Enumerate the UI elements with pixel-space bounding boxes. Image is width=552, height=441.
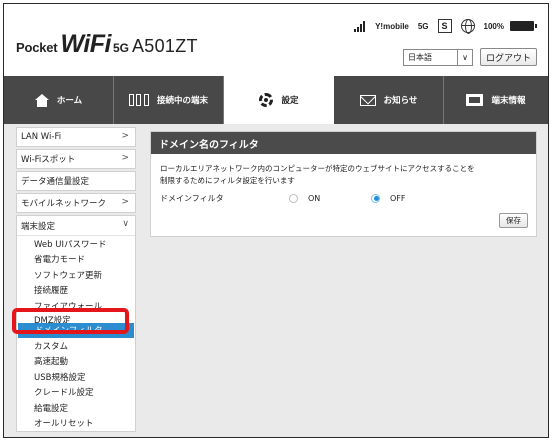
chevron-right-icon: >: [121, 197, 129, 207]
sidebar-subitem-power-supply[interactable]: 給電設定: [17, 400, 135, 416]
status-bar: Y!mobile 5G S 100%: [345, 17, 537, 35]
radio-on[interactable]: [289, 193, 298, 203]
brand-logo: Pocket WiFi 5G A501ZT: [16, 30, 198, 59]
option-off[interactable]: OFF: [371, 193, 406, 203]
panel-description: ローカルエリアネットワーク内のコンピューターが特定のウェブサイトにアクセスするこ…: [160, 163, 520, 187]
sidebar: LAN Wi-Fi > Wi-Fiスポット > データ通信量設定 モバイルネット…: [16, 124, 136, 432]
mail-icon: [359, 94, 376, 106]
tab-label: 端末情報: [491, 96, 526, 106]
tab-label: ホーム: [56, 96, 83, 106]
option-on[interactable]: ON: [289, 193, 371, 203]
sidebar-subitem-firewall[interactable]: ファイアウォール: [17, 298, 135, 314]
sidebar-subitem-webui-password[interactable]: Web UIパスワード: [17, 236, 135, 252]
sidebar-item-data-usage[interactable]: データ通信量設定: [16, 171, 136, 191]
home-icon: [34, 93, 49, 107]
tab-settings[interactable]: 設定: [224, 76, 334, 124]
main-nav: ホーム 接続中の端末 設定 お知らせ 端末情報: [4, 76, 548, 124]
sidebar-subitem-usb-setting[interactable]: USB規格設定: [17, 369, 135, 385]
devices-icon: [128, 94, 149, 106]
tab-label: お知らせ: [383, 96, 418, 106]
sidebar-subitem-custom[interactable]: カスタム: [17, 338, 135, 354]
battery-icon: [510, 21, 537, 31]
domain-filter-label: ドメインフィルタ: [160, 193, 224, 203]
sidebar-subitem-software-update[interactable]: ソフトウェア更新: [17, 267, 135, 283]
sidebar-item-label: LAN Wi-Fi: [21, 132, 62, 142]
tab-connected-devices[interactable]: 接続中の端末: [114, 76, 224, 124]
sidebar-item-label: データ通信量設定: [21, 177, 90, 187]
chevron-down-icon: ∨: [457, 50, 472, 65]
sidebar-subitem-power-saving[interactable]: 省電力モード: [17, 252, 135, 268]
description-line: ローカルエリアネットワーク内のコンピューターが特定のウェブサイトにアクセスするこ…: [160, 164, 475, 173]
logout-button[interactable]: ログアウト: [480, 48, 537, 66]
sidebar-item-label: 端末設定: [21, 221, 56, 232]
sidebar-item-mobile-network[interactable]: モバイルネットワーク >: [16, 193, 136, 213]
brand-pocket: Pocket: [16, 40, 58, 55]
signal-icon: [354, 20, 366, 32]
sidebar-subitem-connection-history[interactable]: 接続履歴: [17, 283, 135, 299]
panel-title: ドメイン名のフィルタ: [151, 132, 536, 154]
radio-off[interactable]: [371, 193, 380, 203]
header: Pocket WiFi 5G A501ZT Y!mobile 5G S 100%…: [4, 4, 548, 72]
sim-icon: S: [437, 19, 452, 33]
language-value: 日本語: [408, 53, 432, 62]
carrier-label: Y!mobile: [375, 21, 409, 31]
domain-filter-panel: ドメイン名のフィルタ ローカルエリアネットワーク内のコンピューターが特定のウェブ…: [150, 131, 537, 237]
tab-device-info[interactable]: 端末情報: [444, 76, 548, 124]
sidebar-item-device-settings[interactable]: 端末設定 ∨: [17, 216, 135, 236]
tab-label: 設定: [281, 96, 299, 106]
sidebar-subitem-all-reset[interactable]: オールリセット: [17, 416, 135, 432]
brand-wifi: WiFi: [60, 30, 111, 58]
gear-icon: [259, 93, 274, 107]
chevron-down-icon: ∨: [122, 219, 129, 229]
tab-label: 接続中の端末: [156, 96, 208, 106]
sidebar-item-label: Wi-Fiスポット: [21, 155, 76, 165]
sidebar-item-label: モバイルネットワーク: [21, 199, 107, 209]
model-name: A501ZT: [132, 36, 198, 56]
brand-5g: 5G: [112, 41, 129, 55]
save-button[interactable]: 保存: [499, 213, 528, 228]
sidebar-section-device-settings: 端末設定 ∨ Web UIパスワード 省電力モード ソフトウェア更新 接続履歴 …: [16, 215, 136, 432]
tab-home[interactable]: ホーム: [4, 76, 114, 124]
network-label: 5G: [417, 21, 429, 31]
sidebar-item-lan-wifi[interactable]: LAN Wi-Fi >: [16, 127, 136, 147]
sidebar-item-wifi-spot[interactable]: Wi-Fiスポット >: [16, 149, 136, 169]
sidebar-subitem-domain-filter[interactable]: ドメインフィルタ: [18, 322, 134, 338]
globe-icon: [460, 19, 475, 34]
language-select[interactable]: 日本語 ∨: [403, 49, 473, 66]
description-line: 制限するためにフィルタ設定を行います: [160, 176, 295, 185]
battery-label: 100%: [483, 21, 504, 31]
app-window: Pocket WiFi 5G A501ZT Y!mobile 5G S 100%…: [3, 3, 549, 438]
tab-notifications[interactable]: お知らせ: [334, 76, 444, 124]
chevron-right-icon: >: [121, 131, 129, 141]
sidebar-subitem-fast-boot[interactable]: 高速起動: [17, 354, 135, 370]
sidebar-subitem-dmz[interactable]: DMZ設定: [17, 314, 135, 323]
chevron-right-icon: >: [121, 153, 129, 163]
option-off-label: OFF: [390, 193, 406, 203]
domain-filter-row: ドメインフィルタ ON OFF: [160, 191, 530, 205]
device-info-icon: [466, 94, 484, 106]
option-on-label: ON: [308, 193, 321, 203]
sidebar-subitem-cradle-setting[interactable]: クレードル設定: [17, 385, 135, 401]
